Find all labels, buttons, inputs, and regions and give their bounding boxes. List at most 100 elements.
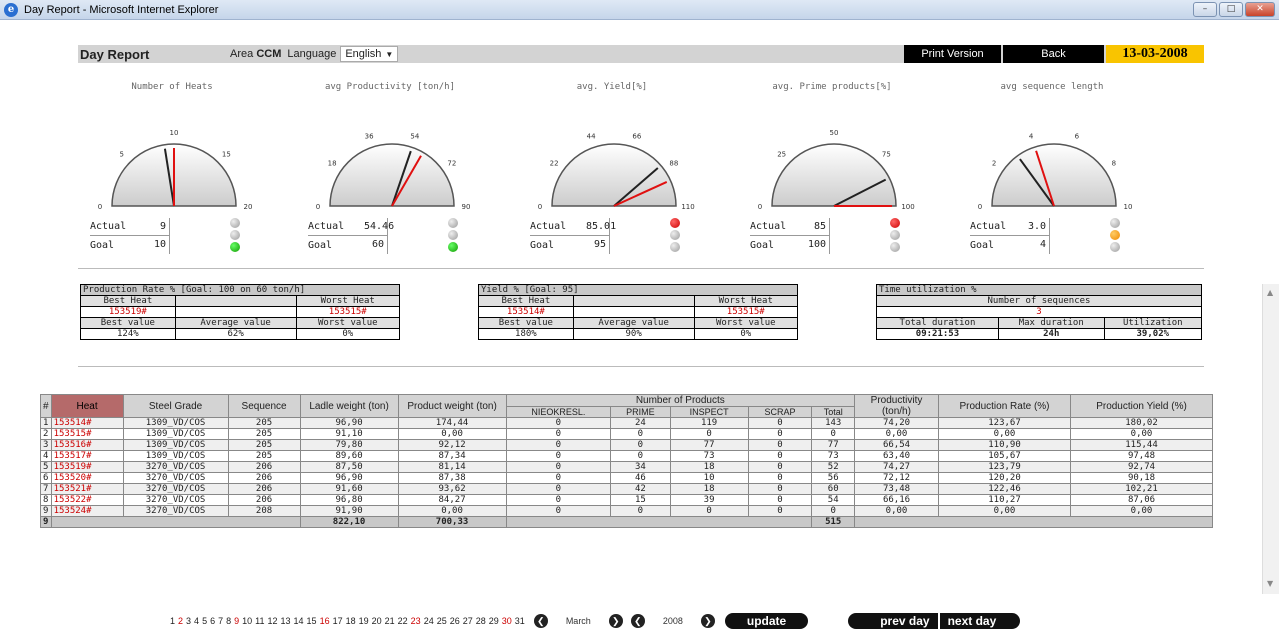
- day-link[interactable]: 10: [242, 616, 252, 626]
- table-cell: 0: [610, 439, 671, 451]
- heat-link[interactable]: 153515#: [50, 428, 124, 440]
- table-cell: 3270_VD/COS: [122, 494, 229, 506]
- day-link[interactable]: 24: [424, 616, 434, 626]
- next-day-button[interactable]: next day: [939, 613, 1021, 629]
- yield-summary: Yield % [Goal: 95] Best Heat Worst Heat 1…: [478, 284, 799, 340]
- day-link[interactable]: 21: [385, 616, 395, 626]
- status-lights: [670, 218, 680, 252]
- heat-link[interactable]: 153521#: [50, 483, 124, 495]
- close-button[interactable]: ✕: [1245, 2, 1275, 17]
- status-light-icon: [230, 242, 240, 252]
- heat-link[interactable]: 153517#: [50, 450, 124, 462]
- day-link[interactable]: 1: [170, 616, 175, 626]
- day-link[interactable]: 20: [372, 616, 382, 626]
- day-link[interactable]: 14: [294, 616, 304, 626]
- day-link[interactable]: 30: [502, 616, 512, 626]
- heat-link[interactable]: 153514#: [50, 417, 124, 429]
- table-cell: 87,38: [397, 472, 507, 484]
- table-cell: 92,74: [1070, 461, 1213, 473]
- day-link[interactable]: 23: [411, 616, 421, 626]
- day-links: 1 2 3 4 5 6 7 8 9 10 11 12 13 14 15 16 17 18 19 20 21 22 23 24 2…: [170, 616, 528, 626]
- table-cell: 0: [669, 505, 749, 517]
- gauge-tick-label: 10: [170, 129, 179, 137]
- best-heat-link[interactable]: 153519#: [80, 306, 176, 318]
- gauge-tick-label: 10: [1124, 203, 1133, 210]
- update-button[interactable]: update: [724, 613, 809, 629]
- scroll-up-icon[interactable]: ▲: [1267, 288, 1273, 297]
- day-link[interactable]: 3: [186, 616, 191, 626]
- next-year-icon[interactable]: ❯: [700, 614, 715, 628]
- table-cell: 91,90: [299, 505, 399, 517]
- gauge-values: Actual 9 Goal 10: [90, 217, 170, 254]
- day-nav: prev day next day: [848, 613, 1021, 629]
- worst-heat-link[interactable]: 153515#: [295, 306, 401, 318]
- gauge-dial: 0 2 4 6 8 10: [978, 133, 1133, 210]
- heat-link[interactable]: 153520#: [50, 472, 124, 484]
- day-link[interactable]: 29: [489, 616, 499, 626]
- day-link[interactable]: 8: [226, 616, 231, 626]
- scroll-down-icon[interactable]: ▼: [1267, 579, 1273, 588]
- maximize-button[interactable]: □: [1219, 2, 1243, 17]
- day-link[interactable]: 31: [515, 616, 525, 626]
- gauge-tick-label: 0: [758, 203, 762, 210]
- status-light-icon: [890, 218, 900, 228]
- heat-link[interactable]: 153519#: [50, 461, 124, 473]
- gauge-tick-label: 18: [328, 160, 337, 168]
- status-lights: [1110, 218, 1120, 252]
- next-month-icon[interactable]: ❯: [608, 614, 623, 628]
- day-link[interactable]: 12: [268, 616, 278, 626]
- status-lights: [448, 218, 458, 252]
- day-link[interactable]: 15: [307, 616, 317, 626]
- day-link[interactable]: 25: [437, 616, 447, 626]
- heat-link[interactable]: 153516#: [50, 439, 124, 451]
- window-controls: – □ ✕: [1193, 2, 1275, 17]
- gauge-tick-label: 110: [681, 203, 694, 210]
- table-cell: 42: [610, 483, 671, 495]
- actual-value: 85: [806, 217, 830, 236]
- day-link[interactable]: 22: [398, 616, 408, 626]
- table-cell: 18: [669, 483, 749, 495]
- day-pager: 1 2 3 4 5 6 7 8 9 10 11 12 13 14 15 16 17 18 19 20 21 22 23 24 2…: [170, 611, 1021, 631]
- prev-day-button[interactable]: prev day: [848, 613, 940, 629]
- vertical-scrollbar[interactable]: ▲ ▼: [1262, 284, 1279, 594]
- table-cell: 120,20: [938, 472, 1071, 484]
- gauge-values: Actual 85.01 Goal 95: [530, 217, 616, 254]
- table-cell: 180,02: [1070, 417, 1213, 429]
- back-button[interactable]: Back: [1003, 45, 1104, 63]
- day-link[interactable]: 28: [476, 616, 486, 626]
- day-link[interactable]: 18: [346, 616, 356, 626]
- minimize-button[interactable]: –: [1193, 2, 1217, 17]
- day-link[interactable]: 6: [210, 616, 215, 626]
- prev-month-icon[interactable]: ❮: [533, 614, 548, 628]
- day-link[interactable]: 5: [202, 616, 207, 626]
- day-link[interactable]: 9: [234, 616, 239, 626]
- goal-value: 95: [586, 236, 610, 254]
- status-light-icon: [448, 242, 458, 252]
- heat-link[interactable]: 153522#: [50, 494, 124, 506]
- gauge-dial: 0 18 36 54 72 90: [316, 133, 471, 210]
- day-link[interactable]: 2: [178, 616, 183, 626]
- day-link[interactable]: 26: [450, 616, 460, 626]
- day-link[interactable]: 16: [320, 616, 330, 626]
- language-select[interactable]: English ▼: [340, 46, 399, 62]
- day-link[interactable]: 4: [194, 616, 199, 626]
- day-link[interactable]: 19: [359, 616, 369, 626]
- table-cell: 96,90: [299, 417, 399, 429]
- day-link[interactable]: 17: [333, 616, 343, 626]
- table-cell: 1309_VD/COS: [122, 417, 229, 429]
- status-light-icon: [670, 242, 680, 252]
- day-link[interactable]: 13: [281, 616, 291, 626]
- print-version-button[interactable]: Print Version: [904, 45, 1001, 63]
- table-cell: 205: [227, 417, 301, 429]
- day-link[interactable]: 27: [463, 616, 473, 626]
- heat-column-header[interactable]: Heat: [50, 394, 124, 418]
- heat-link[interactable]: 153524#: [50, 505, 124, 517]
- table-cell: 24: [610, 417, 671, 429]
- best-heat-link[interactable]: 153514#: [478, 306, 574, 318]
- gauge-tick-label: 6: [1075, 133, 1080, 141]
- table-cell: 119: [669, 417, 749, 429]
- day-link[interactable]: 11: [255, 616, 264, 626]
- day-link[interactable]: 7: [218, 616, 223, 626]
- worst-heat-link[interactable]: 153515#: [693, 306, 799, 318]
- prev-year-icon[interactable]: ❮: [630, 614, 645, 628]
